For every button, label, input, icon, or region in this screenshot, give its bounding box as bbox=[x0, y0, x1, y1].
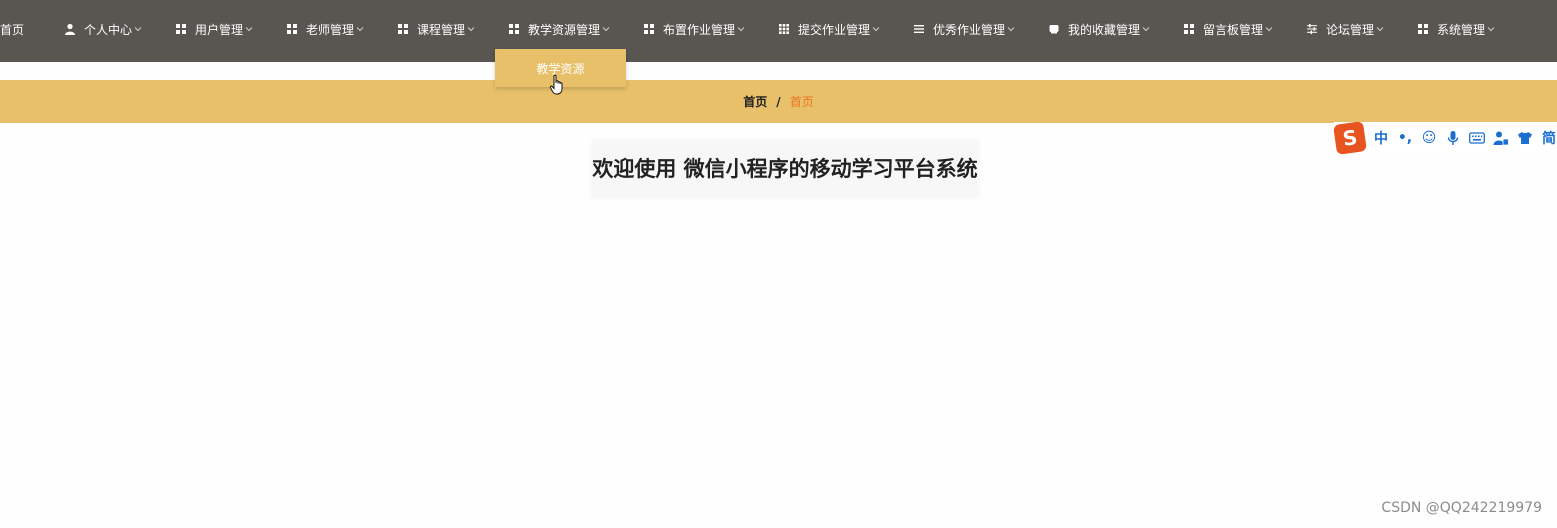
top-navigation-bar: 首页 个人中心 用户管理 老师管理 课程管理 教学资源管理 布置作业管理 提交作… bbox=[0, 0, 1557, 62]
nav-item-label: 提交作业管理 bbox=[798, 22, 871, 37]
nav-item-submit-homework-management[interactable]: 提交作业管理 bbox=[778, 0, 880, 58]
chevron-down-icon bbox=[737, 25, 745, 33]
nav-item-label: 教学资源管理 bbox=[528, 22, 601, 37]
watermark: CSDN @QQ242219979 bbox=[1381, 500, 1542, 516]
nav-item-user-management[interactable]: 用户管理 bbox=[175, 0, 253, 58]
grid-icon bbox=[175, 23, 187, 35]
nav-item-excellent-homework-management[interactable]: 优秀作业管理 bbox=[913, 0, 1015, 58]
ime-user-button[interactable] bbox=[1493, 129, 1509, 147]
nav-item-message-board-management[interactable]: 留言板管理 bbox=[1183, 0, 1273, 58]
dots-grid-icon bbox=[778, 23, 790, 35]
sliders-icon bbox=[1306, 23, 1318, 35]
nav-item-system-management[interactable]: 系统管理 bbox=[1417, 0, 1495, 58]
nav-item-course-management[interactable]: 课程管理 bbox=[397, 0, 475, 58]
chevron-down-icon bbox=[134, 25, 142, 33]
breadcrumb-current: 首页 bbox=[789, 95, 814, 109]
grid-icon bbox=[643, 23, 655, 35]
ime-keyboard-button[interactable] bbox=[1469, 129, 1485, 147]
ime-toolbar: S 中 •, ☺ 简 bbox=[1333, 121, 1557, 155]
chevron-down-icon bbox=[602, 25, 610, 33]
nav-item-label: 老师管理 bbox=[306, 22, 355, 37]
grid-icon bbox=[397, 23, 409, 35]
shirt-icon bbox=[1518, 132, 1532, 144]
ime-chinese-mode-button[interactable]: 中 bbox=[1373, 129, 1389, 147]
nav-item-label: 留言板管理 bbox=[1203, 22, 1264, 37]
chevron-down-icon bbox=[872, 25, 880, 33]
nav-item-teacher-management[interactable]: 老师管理 bbox=[286, 0, 364, 58]
nav-item-label: 优秀作业管理 bbox=[933, 22, 1006, 37]
nav-item-label: 我的收藏管理 bbox=[1068, 22, 1141, 37]
nav-item-label: 布置作业管理 bbox=[663, 22, 736, 37]
user-icon bbox=[64, 23, 76, 35]
nav-item-forum-management[interactable]: 论坛管理 bbox=[1306, 0, 1384, 58]
grid-icon bbox=[1417, 23, 1429, 35]
chevron-down-icon bbox=[1487, 25, 1495, 33]
nav-item-label: 用户管理 bbox=[195, 22, 244, 37]
chevron-down-icon bbox=[1376, 25, 1384, 33]
nav-item-my-favorites-management[interactable]: 我的收藏管理 bbox=[1048, 0, 1150, 58]
breadcrumb-home-link[interactable]: 首页 bbox=[743, 93, 767, 110]
chevron-down-icon bbox=[1142, 25, 1150, 33]
nav-item-label: 个人中心 bbox=[84, 22, 133, 37]
nav-item-label: 系统管理 bbox=[1437, 22, 1486, 37]
ime-voice-button[interactable] bbox=[1445, 129, 1461, 147]
nav-item-label: 课程管理 bbox=[417, 22, 466, 37]
grid-icon bbox=[286, 23, 298, 35]
welcome-title: 欢迎使用 微信小程序的移动学习平台系统 bbox=[592, 140, 978, 196]
user-icon bbox=[1493, 131, 1509, 146]
nav-item-label: 首页 bbox=[0, 22, 25, 37]
keyboard-icon bbox=[1469, 132, 1485, 144]
chevron-down-icon bbox=[1265, 25, 1273, 33]
grid-icon bbox=[1183, 23, 1195, 35]
breadcrumb-separator: / bbox=[776, 94, 781, 109]
microphone-icon bbox=[1447, 131, 1459, 145]
ime-skin-button[interactable] bbox=[1517, 129, 1533, 147]
ime-simplified-button[interactable]: 简 bbox=[1541, 129, 1557, 147]
folder-icon bbox=[1048, 23, 1060, 35]
chevron-down-icon bbox=[1007, 25, 1015, 33]
breadcrumb: 首页 / 首页 bbox=[0, 80, 1557, 123]
nav-item-home[interactable]: 首页 bbox=[0, 0, 24, 58]
hand-pointer-cursor-icon bbox=[549, 74, 565, 96]
nav-item-label: 论坛管理 bbox=[1326, 22, 1375, 37]
nav-item-assign-homework-management[interactable]: 布置作业管理 bbox=[643, 0, 745, 58]
grid-icon bbox=[508, 23, 520, 35]
chevron-down-icon bbox=[245, 25, 253, 33]
chevron-down-icon bbox=[467, 25, 475, 33]
chevron-down-icon bbox=[356, 25, 364, 33]
ime-emoji-button[interactable]: ☺ bbox=[1421, 129, 1437, 147]
ime-punctuation-button[interactable]: •, bbox=[1397, 129, 1413, 147]
list-icon bbox=[913, 23, 925, 35]
sogou-logo-icon[interactable]: S bbox=[1333, 121, 1367, 155]
nav-item-personal-center[interactable]: 个人中心 bbox=[64, 0, 142, 58]
